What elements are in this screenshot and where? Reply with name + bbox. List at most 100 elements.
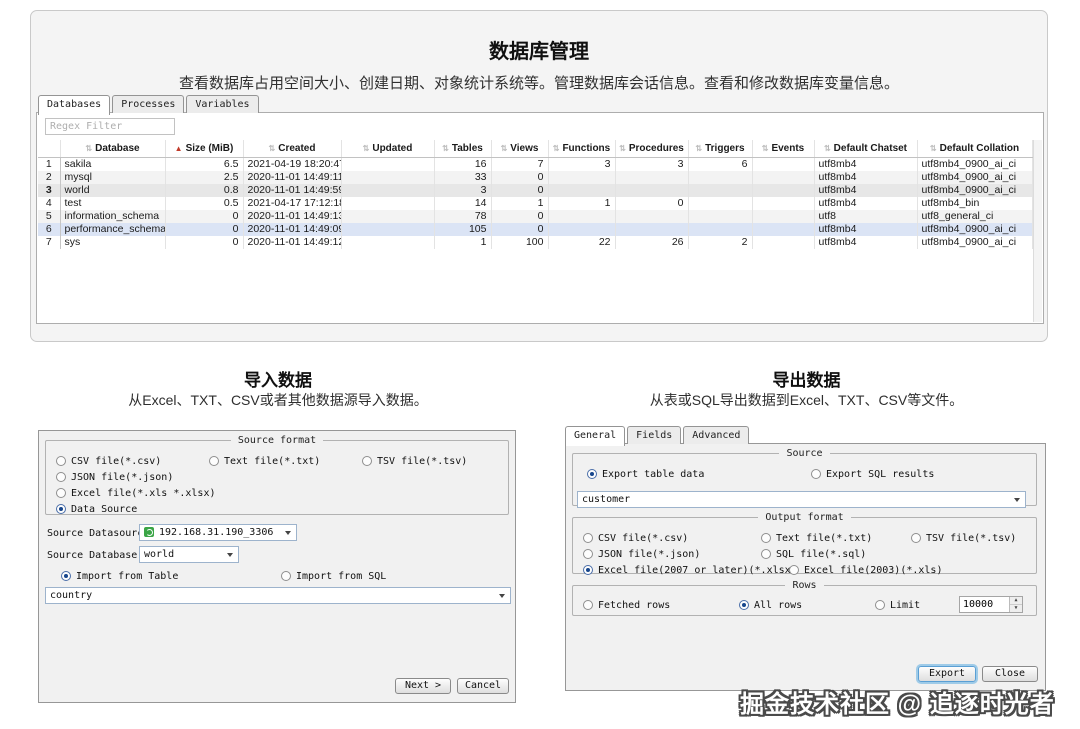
cell xyxy=(341,157,434,171)
column-header-functions[interactable]: ⇅Functions xyxy=(548,140,615,157)
import-title: 导入数据 xyxy=(38,366,518,391)
column-header-database[interactable]: ⇅Database xyxy=(60,140,165,157)
regex-filter-input[interactable] xyxy=(45,118,175,135)
cell: 1 xyxy=(491,197,548,210)
export-source-legend: Source xyxy=(779,448,829,459)
table-row-sakila[interactable]: 1sakila6.52021-04-19 18:20:47167336utf8m… xyxy=(38,157,1032,171)
spinner-down-icon[interactable]: ▼ xyxy=(1010,605,1022,612)
radio-out-xlsx[interactable]: Excel file(2007 or later)(*.xlsx) xyxy=(583,565,797,576)
column-header-tables[interactable]: ⇅Tables xyxy=(434,140,491,157)
source-database-combo[interactable]: world xyxy=(139,546,239,563)
cell: utf8mb4 xyxy=(814,197,917,210)
sort-icon: ⇅ xyxy=(501,144,508,153)
row-number-header xyxy=(38,140,60,157)
radio-out-xls[interactable]: Excel file(2003)(*.xls) xyxy=(789,565,942,576)
table-row-information_schema[interactable]: 5information_schema02020-11-01 14:49:137… xyxy=(38,210,1032,223)
cell: utf8 xyxy=(814,210,917,223)
cell: 0 xyxy=(165,236,243,249)
export-button[interactable]: Export xyxy=(918,666,976,682)
radio-import-from-table[interactable]: Import from Table xyxy=(61,571,178,582)
cell: utf8mb4_0900_ai_ci xyxy=(917,184,1032,197)
source-datasource-combo[interactable]: 192.168.31.190_3306 xyxy=(139,524,297,541)
spinner-up-icon[interactable]: ▲ xyxy=(1010,597,1022,605)
radio-icon xyxy=(911,533,921,543)
cell xyxy=(615,210,688,223)
row-number: 1 xyxy=(38,157,60,171)
cell: 2 xyxy=(688,236,752,249)
cell: sakila xyxy=(60,157,165,171)
close-button[interactable]: Close xyxy=(982,666,1038,682)
table-row-world[interactable]: 3world0.82020-11-01 14:49:5930utf8mb4utf… xyxy=(38,184,1032,197)
radio-export-sql-results[interactable]: Export SQL results xyxy=(811,469,934,480)
column-header-updated[interactable]: ⇅Updated xyxy=(341,140,434,157)
radio-icon xyxy=(761,533,771,543)
radio-out-csv[interactable]: CSV file(*.csv) xyxy=(583,533,688,544)
radio-out-tsv[interactable]: TSV file(*.tsv) xyxy=(911,533,1016,544)
radio-json-file[interactable]: JSON file(*.json) xyxy=(56,472,173,483)
column-header-procedures[interactable]: ⇅Procedures xyxy=(615,140,688,157)
radio-text-file[interactable]: Text file(*.txt) xyxy=(209,456,320,467)
column-header-default-collation[interactable]: ⇅Default Collation xyxy=(917,140,1032,157)
cell xyxy=(752,236,814,249)
radio-icon xyxy=(789,565,799,575)
radio-excel-file[interactable]: Excel file(*.xls *.xlsx) xyxy=(56,488,216,499)
cell: 33 xyxy=(434,171,491,184)
tab-fields[interactable]: Fields xyxy=(627,426,681,444)
column-header-views[interactable]: ⇅Views xyxy=(491,140,548,157)
source-table-combo[interactable]: country xyxy=(45,587,511,604)
tab-databases[interactable]: Databases xyxy=(38,95,110,115)
output-format-legend: Output format xyxy=(758,512,850,523)
tab-processes[interactable]: Processes xyxy=(112,95,184,113)
cell: 100 xyxy=(491,236,548,249)
cell: 6.5 xyxy=(165,157,243,171)
table-row-mysql[interactable]: 2mysql2.52020-11-01 14:49:11330utf8mb4ut… xyxy=(38,171,1032,184)
radio-all-rows[interactable]: All rows xyxy=(739,600,802,611)
radio-import-from-sql[interactable]: Import from SQL xyxy=(281,571,386,582)
tab-general[interactable]: General xyxy=(565,426,625,446)
cell: test xyxy=(60,197,165,210)
table-row-performance_schema[interactable]: 6performance_schema02020-11-01 14:49:091… xyxy=(38,223,1032,236)
radio-icon xyxy=(587,469,597,479)
radio-data-source[interactable]: Data Source xyxy=(56,504,137,515)
vertical-scrollbar[interactable] xyxy=(1033,140,1042,322)
table-row-test[interactable]: 4test0.52021-04-17 17:12:1814110utf8mb4u… xyxy=(38,197,1032,210)
sort-active-icon: ▲ xyxy=(175,144,183,153)
column-header-size-mib-[interactable]: ▲Size (MiB) xyxy=(165,140,243,157)
column-header-default-chatset[interactable]: ⇅Default Chatset xyxy=(814,140,917,157)
connection-icon xyxy=(144,527,154,537)
tab-advanced[interactable]: Advanced xyxy=(683,426,749,444)
sort-icon: ⇅ xyxy=(363,144,370,153)
sort-icon: ⇅ xyxy=(762,144,769,153)
radio-out-json[interactable]: JSON file(*.json) xyxy=(583,549,700,560)
cell: 2020-11-01 14:49:12 xyxy=(243,236,341,249)
cell: 2020-11-01 14:49:13 xyxy=(243,210,341,223)
column-label: Functions xyxy=(562,143,610,154)
radio-export-table-data[interactable]: Export table data xyxy=(587,469,704,480)
radio-out-text[interactable]: Text file(*.txt) xyxy=(761,533,872,544)
row-number: 6 xyxy=(38,223,60,236)
limit-input[interactable] xyxy=(960,597,1009,612)
limit-spinner[interactable]: ▲▼ xyxy=(959,596,1023,613)
radio-limit[interactable]: Limit xyxy=(875,600,920,611)
table-row-sys[interactable]: 7sys02020-11-01 14:49:12110022262utf8mb4… xyxy=(38,236,1032,249)
radio-fetched-rows[interactable]: Fetched rows xyxy=(583,600,670,611)
tab-variables[interactable]: Variables xyxy=(186,95,258,113)
cell xyxy=(752,157,814,171)
next-button[interactable]: Next > xyxy=(395,678,451,694)
watermark: 掘金技术社区 @ 追逐时光者 xyxy=(740,684,1055,719)
column-label: Events xyxy=(771,143,804,154)
column-header-created[interactable]: ⇅Created xyxy=(243,140,341,157)
cell: utf8mb4_bin xyxy=(917,197,1032,210)
cancel-button[interactable]: Cancel xyxy=(457,678,509,694)
radio-csv-file[interactable]: CSV file(*.csv) xyxy=(56,456,161,467)
radio-out-sql[interactable]: SQL file(*.sql) xyxy=(761,549,866,560)
export-table-combo[interactable]: customer xyxy=(577,491,1026,508)
radio-tsv-file[interactable]: TSV file(*.tsv) xyxy=(362,456,467,467)
cell xyxy=(688,171,752,184)
cell: 2020-11-01 14:49:11 xyxy=(243,171,341,184)
column-header-triggers[interactable]: ⇅Triggers xyxy=(688,140,752,157)
cell xyxy=(548,223,615,236)
cell: 0.8 xyxy=(165,184,243,197)
column-header-events[interactable]: ⇅Events xyxy=(752,140,814,157)
cell xyxy=(752,197,814,210)
